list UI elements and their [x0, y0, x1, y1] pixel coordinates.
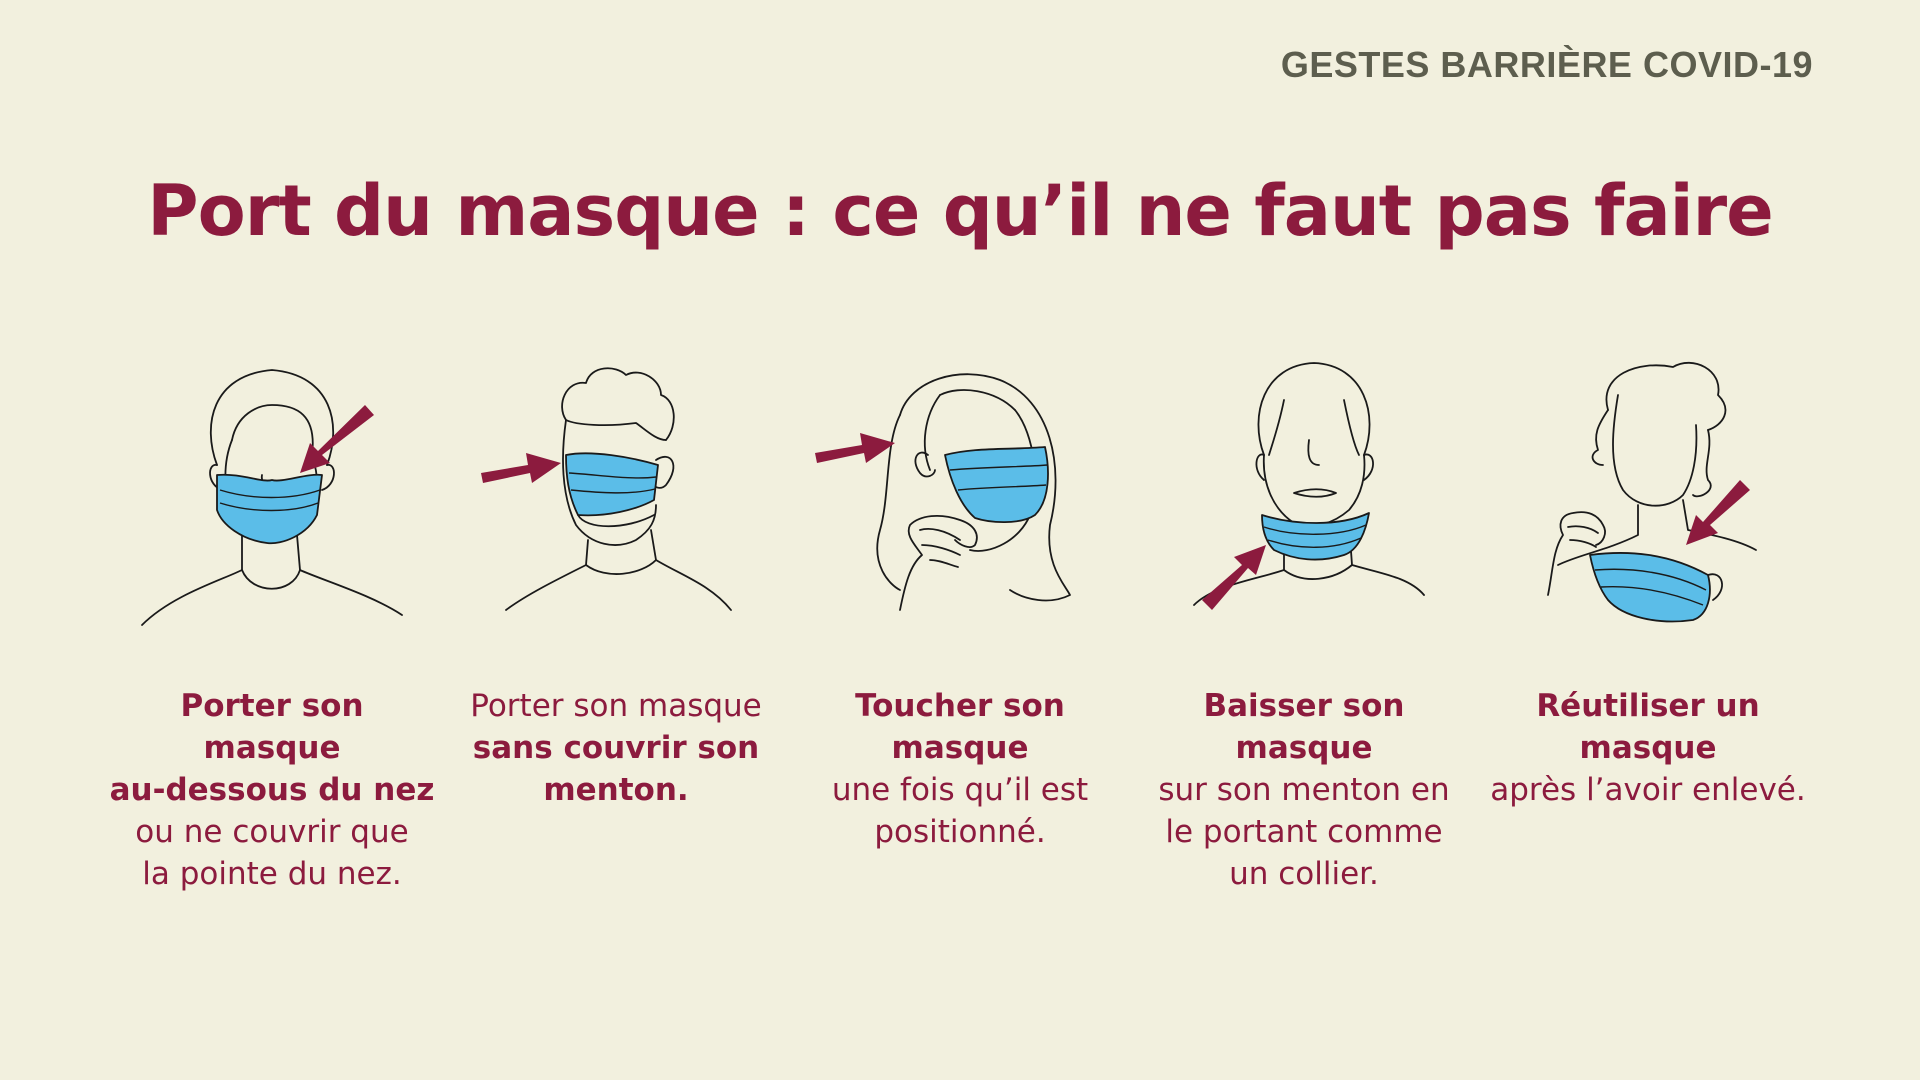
- item-caption: Porter son masque au-dessous du nez ou n…: [102, 685, 442, 895]
- caption-line: Porter son: [180, 688, 364, 724]
- caption-line: Baisser son: [1203, 688, 1405, 724]
- caption-line: la pointe du nez.: [142, 856, 402, 892]
- face-mask-under-nose-illustration: [122, 355, 422, 635]
- caption-line: le portant comme: [1165, 814, 1443, 850]
- face-mask-on-chin-illustration: [1154, 355, 1454, 635]
- caption-line: masque: [1579, 730, 1717, 766]
- caption-line: menton.: [543, 772, 689, 808]
- infographic-page: GESTES BARRIÈRE COVID-19 Port du masque …: [0, 0, 1920, 1080]
- caption-line: au-dessous du nez: [109, 772, 435, 808]
- caption-line: ou ne couvrir que: [135, 814, 409, 850]
- caption-line: masque: [891, 730, 1029, 766]
- item-caption: Baisser son masque sur son menton en le …: [1134, 685, 1474, 895]
- caption-line: masque: [203, 730, 341, 766]
- caption-line: sans couvrir son: [472, 730, 760, 766]
- item-caption: Réutiliser un masque après l’avoir enlev…: [1478, 685, 1818, 811]
- face-reusing-mask-illustration: [1498, 355, 1798, 635]
- caption-line: Réutiliser un: [1536, 688, 1760, 724]
- caption-line: masque: [1235, 730, 1373, 766]
- item-caption: Toucher son masque une fois qu’il est po…: [790, 685, 1130, 853]
- caption-line: après l’avoir enlevé.: [1490, 772, 1806, 808]
- caption-line: une fois qu’il est: [831, 772, 1089, 808]
- caption-line: Toucher son: [855, 688, 1065, 724]
- item-mask-under-nose: Porter son masque au-dessous du nez ou n…: [102, 355, 442, 915]
- caption-line: sur son menton en: [1158, 772, 1450, 808]
- item-mask-on-chin: Baisser son masque sur son menton en le …: [1134, 355, 1474, 915]
- item-caption: Porter son masque sans couvrir son mento…: [446, 685, 786, 811]
- face-touching-mask-illustration: [810, 355, 1110, 635]
- item-mask-chin-uncovered: Porter son masque sans couvrir son mento…: [446, 355, 786, 915]
- face-mask-chin-uncovered-illustration: [466, 355, 766, 635]
- caption-line: Porter son masque: [470, 688, 762, 724]
- caption-line: un collier.: [1229, 856, 1379, 892]
- header-label: GESTES BARRIÈRE COVID-19: [1280, 44, 1813, 85]
- page-title: Port du masque : ce qu’il ne faut pas fa…: [147, 170, 1773, 252]
- caption-line: positionné.: [874, 814, 1046, 850]
- items-row: Porter son masque au-dessous du nez ou n…: [0, 355, 1920, 915]
- item-reusing-mask: Réutiliser un masque après l’avoir enlev…: [1478, 355, 1818, 915]
- item-touching-mask: Toucher son masque une fois qu’il est po…: [790, 355, 1130, 915]
